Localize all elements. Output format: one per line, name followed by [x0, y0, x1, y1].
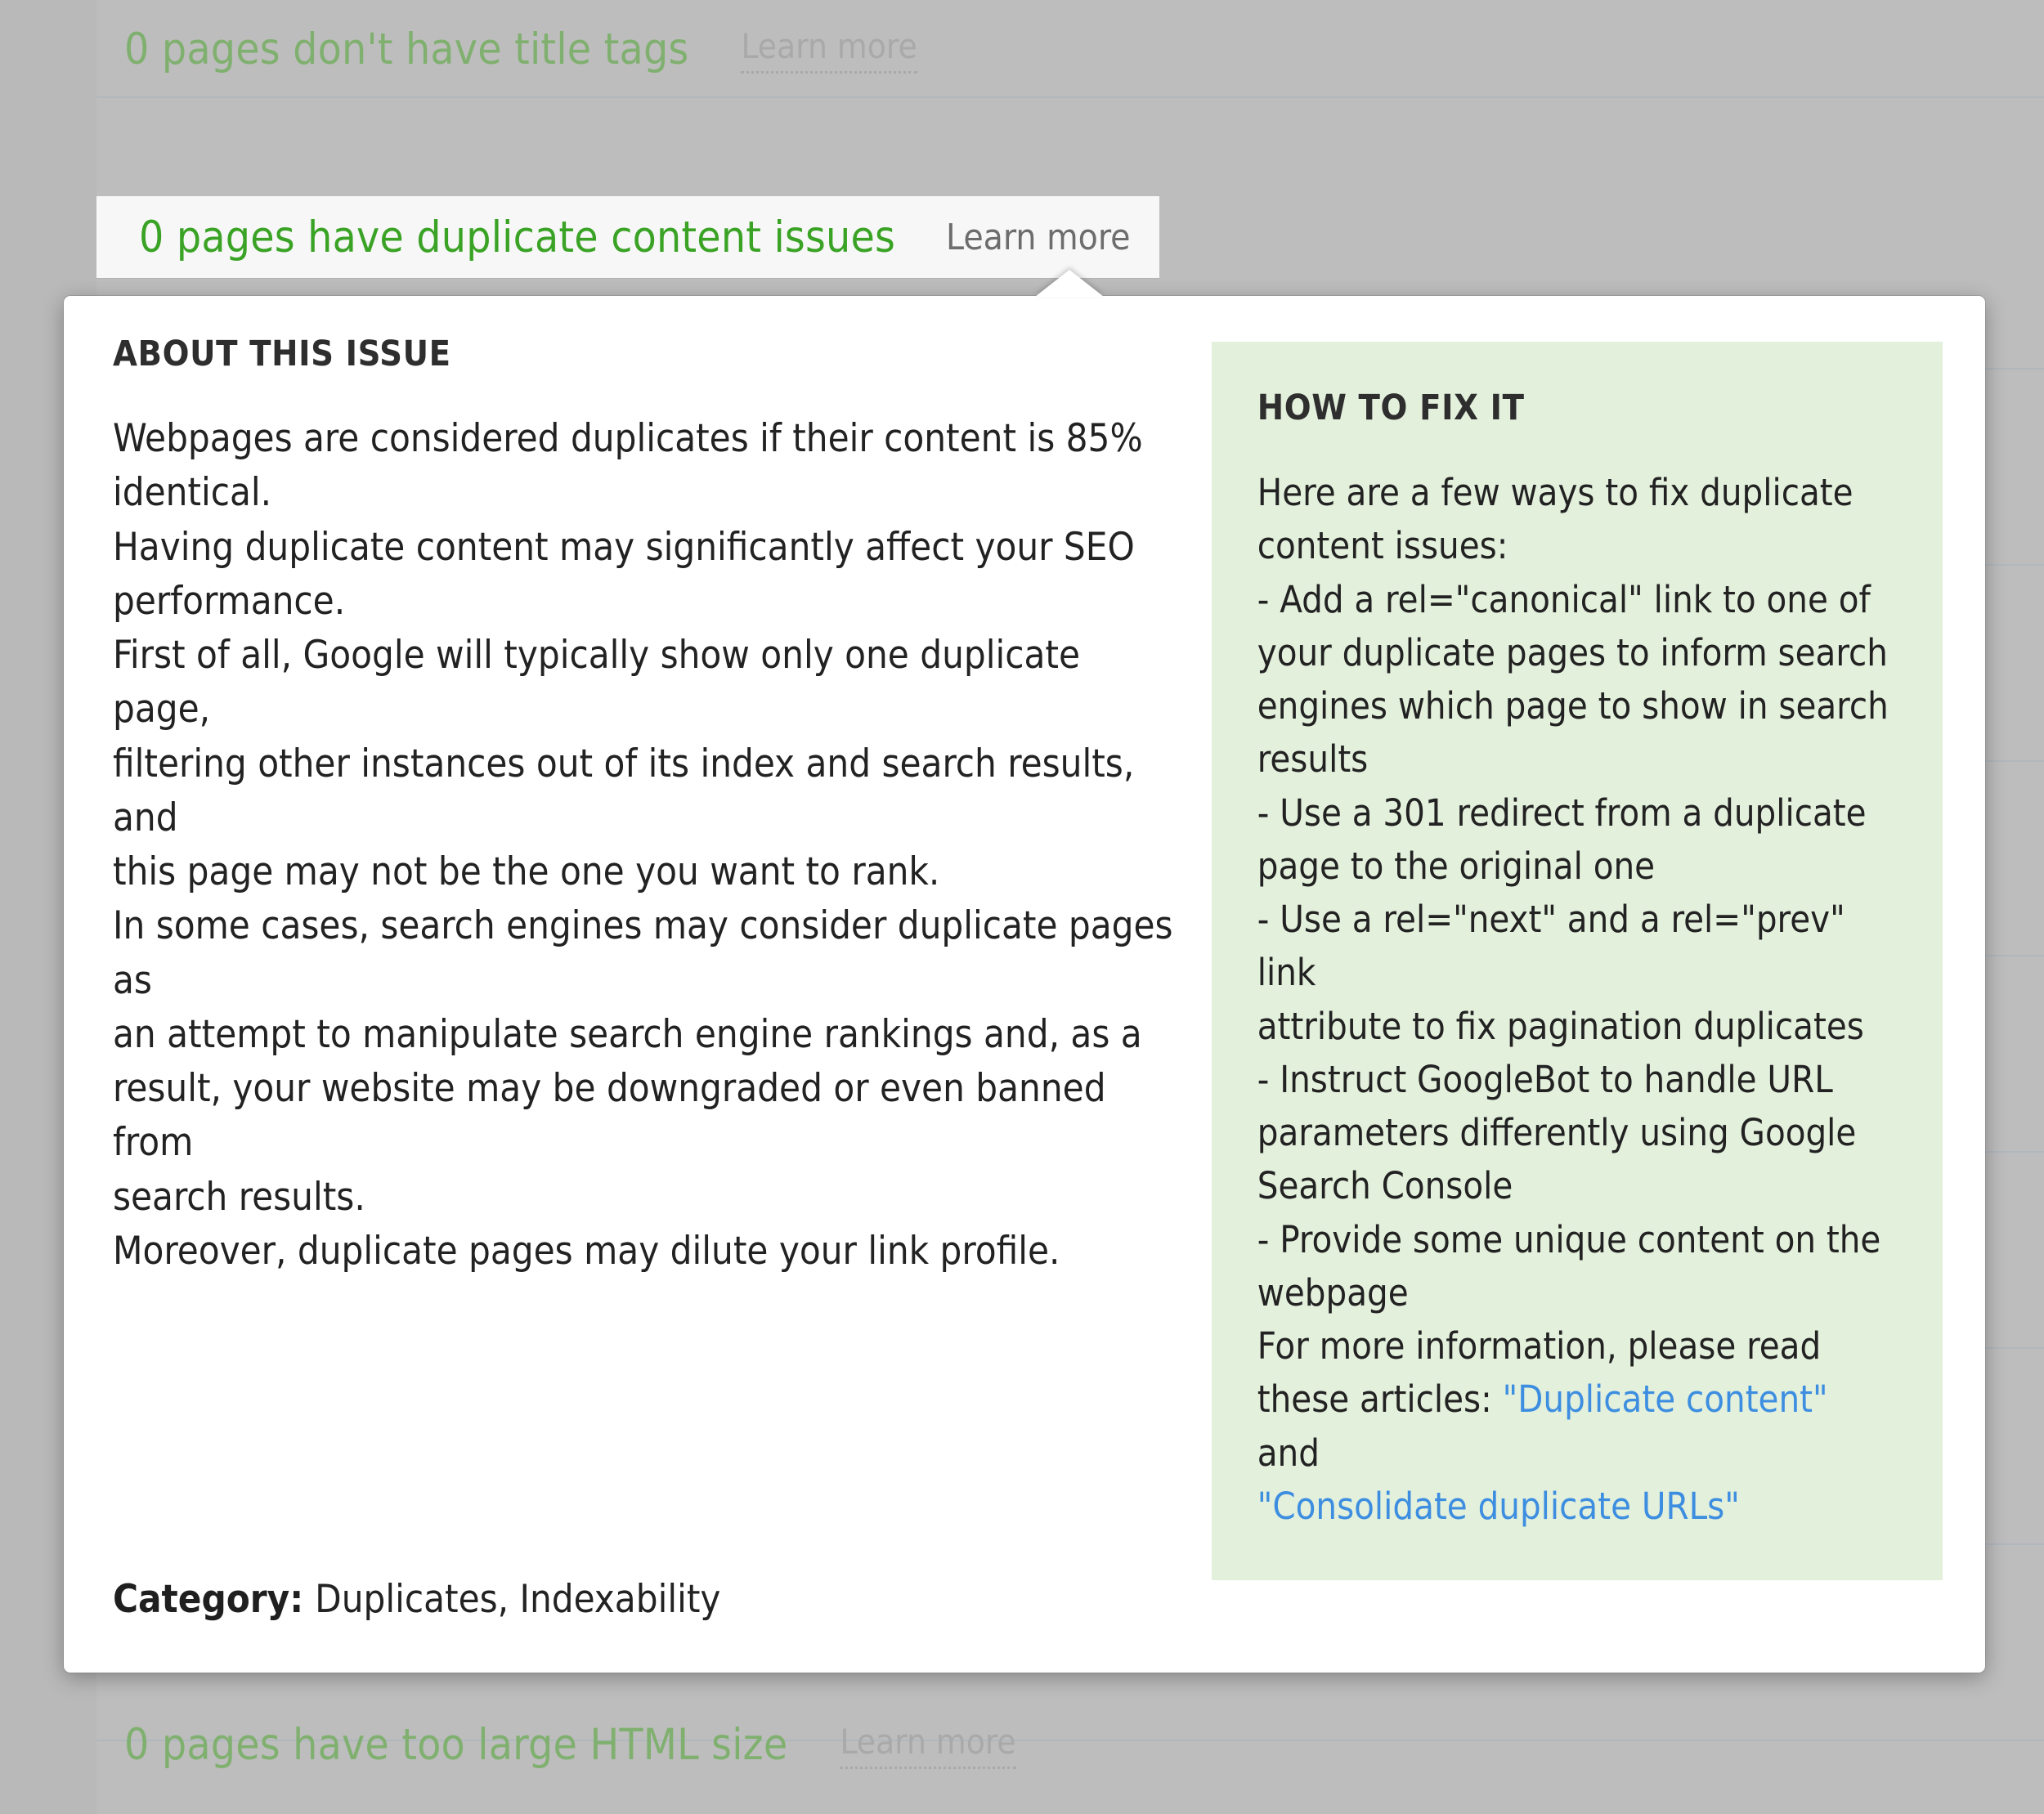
fix-line: - Provide some unique content on the [1257, 1217, 1881, 1261]
fix-body-text: Here are a few ways to fix duplicate con… [1257, 466, 1898, 1533]
about-line: this page may not be the one you want to… [113, 849, 940, 895]
fix-line: For more information, please read [1257, 1324, 1822, 1368]
fix-articles-line: these articles: "Duplicate content" and [1257, 1373, 1898, 1480]
fix-line: parameters differently using Google [1257, 1111, 1857, 1154]
fix-line: content issues: [1257, 524, 1508, 568]
fix-line: webpage [1257, 1270, 1409, 1315]
fix-line: Search Console [1257, 1164, 1513, 1208]
category-value: Duplicates, Indexability [315, 1577, 721, 1622]
about-body-text: Webpages are considered duplicates if th… [113, 412, 1184, 1279]
about-line: an attempt to manipulate search engine r… [113, 1011, 1142, 1057]
background-issue-row-title-tags[interactable]: 0 pages don't have title tags Learn more [124, 25, 917, 74]
about-line: Webpages are considered duplicates if th… [113, 416, 1143, 461]
about-line: search results. [113, 1174, 365, 1220]
learn-more-link[interactable]: Learn more [741, 26, 917, 74]
fix-line: - Use a 301 redirect from a duplicate [1257, 791, 1867, 835]
fix-line: Here are a few ways to fix duplicate [1257, 471, 1853, 514]
about-line: In some cases, search engines may consid… [113, 903, 1173, 1003]
learn-more-link-active[interactable]: Learn more [946, 217, 1130, 258]
background-row-divider-1 [96, 96, 2044, 98]
fix-line: page to the original one [1257, 844, 1656, 888]
active-issue-row-duplicate-content[interactable]: 0 pages have duplicate content issues Le… [96, 196, 1159, 278]
learn-more-link[interactable]: Learn more [840, 1722, 1016, 1769]
fix-line: engines which page to show in search [1257, 684, 1889, 728]
fix-section-title: HOW TO FIX IT [1257, 387, 1525, 428]
popup-arrow-icon [1035, 270, 1104, 297]
about-line: performance. [113, 578, 346, 624]
background-issue-label: 0 pages have too large HTML size [124, 1720, 788, 1770]
fix-line: - Add a rel="canonical" link to one of [1257, 577, 1871, 621]
active-issue-label: 0 pages have duplicate content issues [139, 212, 896, 262]
background-issue-row-html-size[interactable]: 0 pages have too large HTML size Learn m… [124, 1720, 1016, 1770]
category-label: Category: [113, 1577, 304, 1622]
issue-details-popup: ABOUT THIS ISSUE Webpages are considered… [64, 270, 1985, 1673]
fix-articles-prefix: these articles: [1257, 1377, 1503, 1422]
about-line: Moreover, duplicate pages may dilute you… [113, 1228, 1060, 1274]
fix-line: - Use a rel="next" and a rel="prev" link [1257, 898, 1845, 995]
about-line: Having duplicate content may significant… [113, 524, 1135, 570]
about-this-issue-section: ABOUT THIS ISSUE Webpages are considered… [113, 334, 1212, 1279]
fix-line: results [1257, 737, 1369, 782]
about-line: filtering other instances out of its ind… [113, 741, 1135, 840]
duplicate-content-link[interactable]: "Duplicate content" [1503, 1377, 1828, 1421]
about-line: result, your website may be downgraded o… [113, 1066, 1106, 1166]
about-line: identical. [113, 470, 272, 516]
fix-line: attribute to fix pagination duplicates [1257, 1004, 1864, 1048]
fix-line: - Instruct GoogleBot to handle URL [1257, 1057, 1833, 1101]
how-to-fix-it-section: HOW TO FIX IT Here are a few ways to fix… [1211, 342, 1943, 1580]
consolidate-duplicate-urls-link[interactable]: "Consolidate duplicate URLs" [1257, 1480, 1898, 1533]
about-section-title: ABOUT THIS ISSUE [113, 334, 451, 374]
fix-line: your duplicate pages to inform search [1257, 630, 1888, 674]
category-row: Category: Duplicates, Indexability [113, 1577, 720, 1622]
about-line: First of all, Google will typically show… [113, 633, 1081, 732]
background-issue-label: 0 pages don't have title tags [124, 25, 689, 74]
fix-link-joiner: and [1257, 1431, 1320, 1475]
